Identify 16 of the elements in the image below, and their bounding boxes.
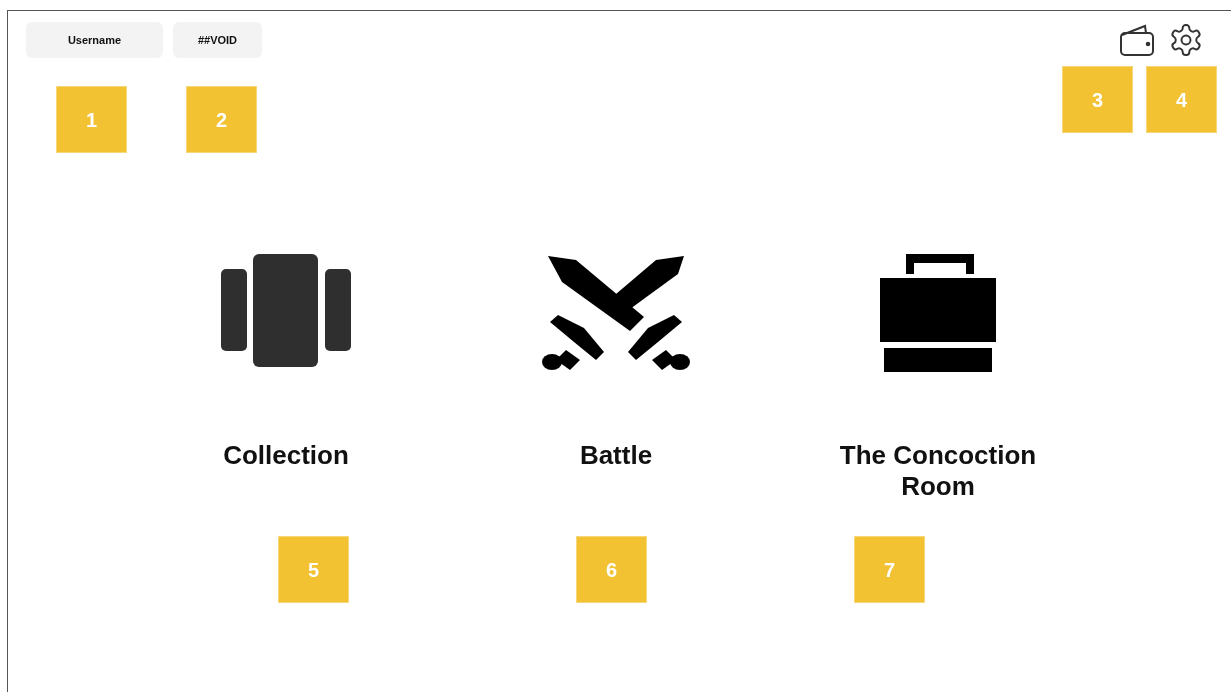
menu-label[interactable]: Battle xyxy=(496,440,736,471)
header-button[interactable]: ##VOID xyxy=(173,22,262,58)
crossed-swords-icon xyxy=(542,254,690,372)
menu-label[interactable]: The Concoction Room xyxy=(818,440,1058,502)
annotation-marker: 2 xyxy=(186,86,257,153)
annotation-marker: 6 xyxy=(576,536,647,603)
annotation-marker: 5 xyxy=(278,536,349,603)
annotation-marker: 4 xyxy=(1146,66,1217,133)
wallet-icon[interactable] xyxy=(1119,23,1155,57)
annotation-marker: 7 xyxy=(854,536,925,603)
annotation-marker: 1 xyxy=(56,86,127,153)
annotation-marker: 3 xyxy=(1062,66,1133,133)
cards-icon xyxy=(221,254,351,368)
menu-label[interactable]: Collection xyxy=(166,440,406,471)
briefcase-icon xyxy=(880,254,996,372)
header-button[interactable]: Username xyxy=(26,22,163,58)
